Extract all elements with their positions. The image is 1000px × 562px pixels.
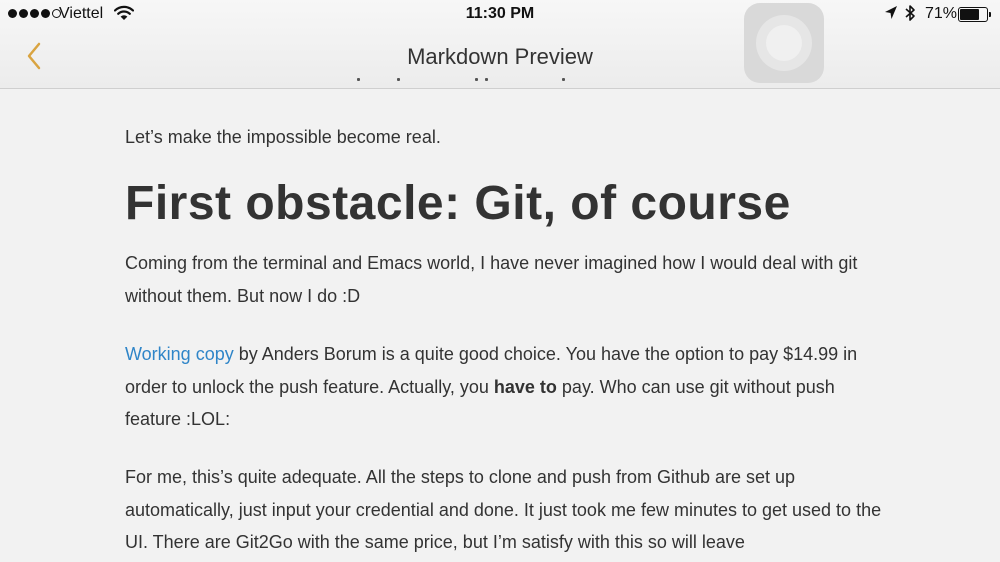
paragraph-1: Coming from the terminal and Emacs world… [125,253,858,306]
paragraph-3: For me, this’s quite adequate. All the s… [125,467,882,552]
intro-paragraph: Let’s make the impossible become real. [125,127,441,147]
working-copy-link[interactable]: Working copy [125,344,234,364]
battery-icon [958,7,992,22]
navigation-bar: Viettel 11:30 PM 71% Markdown Preview [0,0,1000,89]
article-heading: First obstacle: Git, of course [125,177,791,230]
battery-percentage: 71% [925,5,958,22]
location-arrow-icon [884,5,898,26]
bluetooth-icon [904,4,916,27]
page-title: Markdown Preview [407,44,593,69]
clipped-text-fragment [357,78,572,90]
paragraph-2: Working copy by Anders Borum is a quite … [125,338,885,436]
status-bar: Viettel 11:30 PM 71% [0,0,1000,30]
assistive-touch-icon[interactable] [744,3,824,83]
paragraph-2-bold: have to [493,376,557,397]
status-time: 11:30 PM [465,5,535,22]
